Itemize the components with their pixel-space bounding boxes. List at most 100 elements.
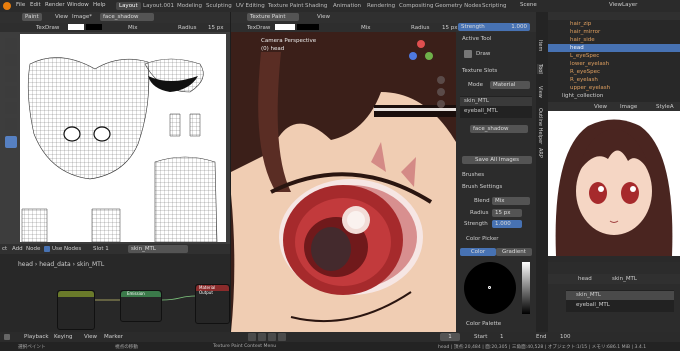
slot-skin-mtl[interactable]: skin_MTL: [460, 97, 532, 106]
viewport-blend[interactable]: Mix: [361, 25, 371, 31]
tab-modeling[interactable]: Modeling: [174, 2, 205, 10]
viewport-swatch-black[interactable]: [297, 24, 319, 30]
outliner-item[interactable]: lower_eyelash: [548, 60, 680, 68]
gizmo-z-icon[interactable]: [409, 52, 417, 60]
texture-paint-mode[interactable]: Texture Paint: [247, 13, 299, 21]
color-wheel-cursor[interactable]: [488, 286, 491, 289]
tab-texture-paint[interactable]: Texture Paint: [265, 2, 307, 10]
viewport-swatch-white[interactable]: [275, 24, 295, 30]
material-slot-eyeball[interactable]: eyeball_MTL: [566, 301, 674, 310]
value-slider[interactable]: [522, 262, 530, 314]
camera-icon[interactable]: [437, 100, 445, 108]
tab-layout-001[interactable]: Layout.001: [140, 2, 177, 10]
mode-dropdown[interactable]: Material: [490, 81, 530, 89]
tab-shading[interactable]: Shading: [302, 2, 330, 10]
color-swatch-white[interactable]: [68, 24, 84, 30]
brush-settings-heading[interactable]: Brush Settings: [462, 184, 502, 190]
sample-tool-icon[interactable]: [5, 136, 17, 148]
end-value[interactable]: 100: [560, 334, 571, 340]
material-crumb-object[interactable]: head: [578, 276, 592, 282]
outliner-item[interactable]: hair_zip: [548, 20, 680, 28]
material-slot-skin[interactable]: skin_MTL: [566, 291, 674, 300]
viewport-menu-view[interactable]: View: [317, 14, 330, 20]
radius-value[interactable]: 15 px: [208, 25, 224, 31]
tab-geometry-nodes[interactable]: Geometry Nodes: [432, 2, 484, 10]
menu-timeline-view[interactable]: View: [84, 334, 97, 340]
menu-window[interactable]: Window: [67, 2, 89, 8]
jump-start-button[interactable]: [248, 333, 256, 341]
soften-tool-icon[interactable]: [5, 54, 17, 66]
image-name-field[interactable]: face_shadow: [100, 13, 154, 21]
menu-playback[interactable]: Playback: [24, 334, 49, 340]
tab-sculpting[interactable]: Sculpting: [203, 2, 235, 10]
play-button[interactable]: [268, 333, 276, 341]
side-tab-tool[interactable]: Tool: [537, 64, 543, 74]
scene-selector[interactable]: Scene: [520, 2, 537, 8]
outliner-item[interactable]: upper_eyelash: [548, 84, 680, 92]
paint-mode-dropdown[interactable]: Paint: [22, 13, 42, 21]
slot-eyeball-mtl[interactable]: eyeball_MTL: [460, 107, 532, 116]
side-tab-item[interactable]: Item: [537, 40, 543, 51]
menu-edit[interactable]: Edit: [30, 2, 41, 8]
color-palette-heading[interactable]: Color Palette: [466, 321, 501, 327]
menu-file[interactable]: File: [16, 2, 25, 8]
strength-field-props[interactable]: 1.000: [492, 220, 522, 228]
draw-tool-icon[interactable]: [5, 38, 17, 50]
tab-layout[interactable]: Layout: [116, 2, 141, 10]
blend-dropdown-props[interactable]: Mix: [492, 197, 530, 205]
gizmo-x-icon[interactable]: [417, 40, 425, 48]
color-wheel[interactable]: [464, 262, 516, 314]
radius-field-props[interactable]: 15 px: [492, 209, 522, 217]
menu-help[interactable]: Help: [93, 2, 106, 8]
side-tab-outline-helper[interactable]: Outline Helper: [537, 108, 543, 144]
side-tab-arp[interactable]: ARP: [537, 148, 543, 158]
side-tab-view[interactable]: View: [537, 86, 543, 98]
color-picker-heading[interactable]: Color Picker: [466, 236, 499, 242]
outliner-item[interactable]: hair_mirror: [548, 28, 680, 36]
strength-field-header[interactable]: Strength 1.000: [458, 23, 530, 31]
save-all-images-button[interactable]: Save All Images: [462, 156, 532, 164]
outliner-item[interactable]: L_eyeSpec: [548, 52, 680, 60]
gradient-tab[interactable]: Gradient: [496, 248, 532, 256]
tab-rendering[interactable]: Rendering: [364, 2, 398, 10]
outliner-item[interactable]: light_collection: [548, 92, 680, 100]
current-frame-field[interactable]: 1: [440, 333, 460, 341]
blender-logo-icon[interactable]: [3, 2, 11, 10]
viewlayer-selector[interactable]: ViewLayer: [609, 2, 637, 8]
preview-image-name[interactable]: StyleA: [656, 104, 674, 110]
outliner-item[interactable]: R_eyeSpec: [548, 68, 680, 76]
menu-marker[interactable]: Marker: [104, 334, 123, 340]
menu-view[interactable]: View: [55, 14, 68, 20]
start-value[interactable]: 1: [500, 334, 504, 340]
radius-value-header[interactable]: 15 px: [442, 25, 458, 31]
texture-slots-heading[interactable]: Texture Slots: [462, 68, 497, 74]
outliner-item-selected[interactable]: head: [548, 44, 680, 52]
timeline-mode-icon[interactable]: [4, 334, 10, 340]
material-crumb-material[interactable]: skin_MTL: [612, 276, 637, 282]
pan-icon[interactable]: [437, 88, 445, 96]
brushes-heading[interactable]: Brushes: [462, 172, 484, 178]
blend-dropdown[interactable]: Mix: [128, 25, 138, 31]
active-tool-heading[interactable]: Active Tool: [462, 36, 491, 42]
outliner-item[interactable]: hair_side: [548, 36, 680, 44]
viewport[interactable]: Texture Paint View TexDraw Mix Radius Ca…: [231, 12, 456, 332]
navigation-gizmo[interactable]: [407, 40, 439, 72]
viewport-brush[interactable]: TexDraw: [247, 25, 270, 31]
gizmo-y-icon[interactable]: [425, 52, 433, 60]
tab-animation[interactable]: Animation: [330, 2, 364, 10]
preview-menu-image[interactable]: Image: [620, 104, 637, 110]
smear-tool-icon[interactable]: [5, 70, 17, 82]
color-swatch-black[interactable]: [86, 24, 102, 30]
jump-end-button[interactable]: [278, 333, 286, 341]
zoom-icon[interactable]: [437, 76, 445, 84]
color-tab[interactable]: Color: [460, 248, 496, 256]
fill-tool-icon[interactable]: [5, 102, 17, 114]
mask-tool-icon[interactable]: [5, 118, 17, 130]
menu-keying[interactable]: Keying: [54, 334, 72, 340]
image-slot-field[interactable]: face_shadow: [470, 125, 528, 133]
tab-compositing[interactable]: Compositing: [396, 2, 436, 10]
tab-uv-editing[interactable]: UV Editing: [233, 2, 268, 10]
outliner-item[interactable]: R_eyelash: [548, 76, 680, 84]
menu-image[interactable]: Image*: [72, 14, 92, 20]
uv-texture-canvas[interactable]: [20, 34, 226, 242]
